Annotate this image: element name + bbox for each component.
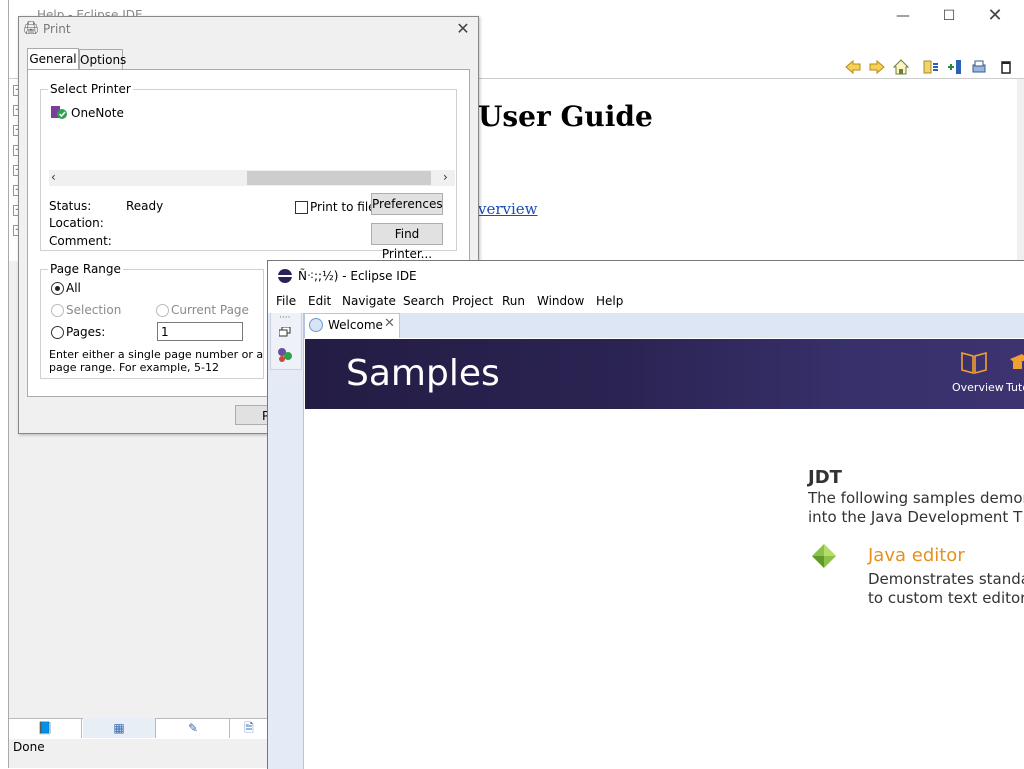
trim-stack xyxy=(268,313,304,769)
menu-run[interactable]: Run xyxy=(502,294,525,308)
menu-navigate[interactable]: Navigate xyxy=(342,294,396,308)
comment-label: Comment: xyxy=(49,234,112,248)
range-pages-radio[interactable] xyxy=(51,326,64,339)
scroll-thumb[interactable] xyxy=(247,171,431,185)
index-tab[interactable]: ▦ xyxy=(83,718,156,738)
printer-icon: 🖨 xyxy=(23,21,40,36)
location-label: Location: xyxy=(49,216,104,230)
eclipse-window: Ñ⁖;;½) - Eclipse IDE File Edit Navigate … xyxy=(267,260,1024,769)
group-label: Page Range xyxy=(48,262,123,276)
find-printer-button[interactable]: Find Printer... xyxy=(371,223,443,261)
sample-description-line2: to custom text editor xyxy=(868,589,1024,607)
banner-title: Samples xyxy=(346,353,500,394)
page-heading: User Guide xyxy=(478,100,653,133)
java-editor-gem-icon[interactable] xyxy=(810,542,838,570)
hint-text-line2: page range. For example, 5-12 xyxy=(49,361,219,374)
horizontal-scrollbar[interactable]: ‹ › xyxy=(49,170,455,186)
status-label: Status: xyxy=(49,199,92,213)
tab-close-icon[interactable]: ✕ xyxy=(384,316,395,331)
pages-input[interactable]: 1 xyxy=(157,322,243,341)
print-icon[interactable] xyxy=(971,59,987,75)
overview-link[interactable]: verview xyxy=(478,200,538,218)
close-icon[interactable]: ✕ xyxy=(985,6,1005,26)
tab-label: Welcome xyxy=(328,318,383,332)
section-heading: JDT xyxy=(808,467,842,488)
range-pages-label: Pages: xyxy=(66,325,106,339)
close-icon[interactable]: ✕ xyxy=(453,19,473,39)
forward-arrow-icon[interactable] xyxy=(869,59,885,75)
section-description-line1: The following samples demon xyxy=(808,489,1024,507)
range-selection-label: Selection xyxy=(66,303,122,317)
print-to-file-label: Print to file xyxy=(310,200,376,214)
sync-toc-icon[interactable] xyxy=(923,59,939,75)
bookmarks-icon: 🗎 xyxy=(244,721,254,735)
overview-book-icon[interactable] xyxy=(960,349,988,375)
minimized-stack: ···· xyxy=(270,313,302,370)
printer-name[interactable]: OneNote xyxy=(71,106,124,120)
tutorials-nav-label[interactable]: Tuto xyxy=(1006,381,1024,394)
menu-help[interactable]: Help xyxy=(596,294,623,308)
sample-title-link[interactable]: Java editor xyxy=(868,545,965,566)
menu-file[interactable]: File xyxy=(276,294,296,308)
sample-description-line1: Demonstrates standa xyxy=(868,570,1024,588)
back-arrow-icon[interactable] xyxy=(845,59,861,75)
tab-label: Options xyxy=(80,53,127,67)
dialog-title: Print xyxy=(43,22,71,36)
minimize-icon[interactable]: — xyxy=(893,6,913,26)
contents-tab[interactable]: 📘 xyxy=(9,718,82,738)
tab-label: General xyxy=(29,52,77,66)
restore-icon[interactable] xyxy=(279,327,291,337)
overview-nav-label[interactable]: Overview xyxy=(952,381,1004,394)
tab-options[interactable]: Options xyxy=(79,49,127,70)
range-all-label: All xyxy=(66,281,81,295)
menu-project[interactable]: Project xyxy=(452,294,493,308)
menu-search[interactable]: Search xyxy=(403,294,444,308)
range-all-radio[interactable] xyxy=(51,282,64,295)
welcome-icon xyxy=(309,318,323,332)
menu-edit[interactable]: Edit xyxy=(308,294,331,308)
scroll-right-icon[interactable]: › xyxy=(443,170,448,184)
show-in-toc-icon[interactable] xyxy=(947,59,963,75)
preferences-button[interactable]: Preferences xyxy=(371,193,443,215)
search-icon: ✎ xyxy=(187,721,199,735)
bookmarks-tab[interactable]: 🗎 xyxy=(231,718,268,738)
eclipse-logo-stripe xyxy=(278,275,292,277)
eclipse-titlebar: Ñ⁖;;½) - Eclipse IDE xyxy=(268,261,1024,291)
status-text: Done xyxy=(13,740,45,754)
range-current-page-label: Current Page xyxy=(171,303,249,317)
range-current-page-radio[interactable] xyxy=(156,304,169,317)
menu-window[interactable]: Window xyxy=(537,294,584,308)
drag-handle-icon[interactable]: ···· xyxy=(279,313,290,323)
tab-general[interactable]: General xyxy=(27,48,79,71)
tutorials-cap-icon[interactable] xyxy=(1010,353,1024,375)
editor-tab-bar xyxy=(304,313,1024,338)
range-selection-radio[interactable] xyxy=(51,304,64,317)
hint-text-line1: Enter either a single page number or a s… xyxy=(49,348,300,361)
contents-icon: 📘 xyxy=(37,721,53,735)
index-icon: ▦ xyxy=(113,721,125,735)
maximize-view-icon[interactable] xyxy=(999,59,1013,75)
home-icon[interactable] xyxy=(893,59,909,75)
section-description-line2: into the Java Development T xyxy=(808,508,1023,526)
status-value: Ready xyxy=(126,199,164,213)
onenote-printer-icon xyxy=(51,106,67,119)
search-tab[interactable]: ✎ xyxy=(157,718,230,738)
maximize-icon[interactable]: ☐ xyxy=(939,6,959,26)
print-to-file-checkbox[interactable] xyxy=(295,201,308,214)
scroll-left-icon[interactable]: ‹ xyxy=(51,170,56,184)
group-label: Select Printer xyxy=(48,82,133,96)
samples-view-icon[interactable] xyxy=(277,347,293,363)
window-title: Ñ⁖;;½) - Eclipse IDE xyxy=(298,269,417,283)
